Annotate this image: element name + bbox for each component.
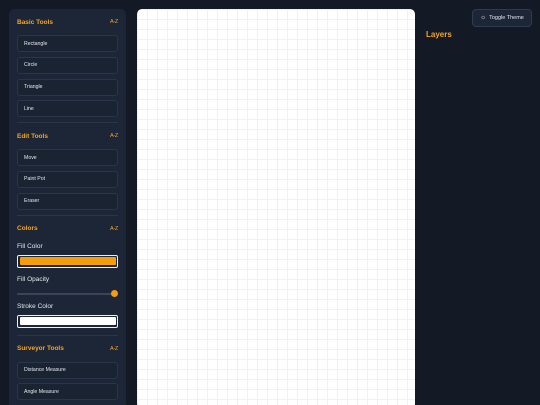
fill-opacity-slider[interactable] bbox=[17, 288, 118, 300]
colors-header[interactable]: Colors A-Z bbox=[17, 216, 118, 242]
line-tool-button[interactable]: Line bbox=[17, 100, 118, 118]
surveyor-tools-header[interactable]: Surveyor Tools A-Z bbox=[17, 336, 118, 362]
fill-color-swatch bbox=[19, 257, 116, 266]
toggle-theme-label: Toggle Theme bbox=[489, 15, 524, 21]
distance-measure-button[interactable]: Distance Measure bbox=[17, 361, 118, 379]
stroke-color-swatch bbox=[19, 317, 116, 326]
layers-title: Layers bbox=[426, 30, 452, 39]
sun-icon: ☼ bbox=[480, 13, 487, 21]
slider-track bbox=[17, 292, 116, 295]
fill-color-picker[interactable] bbox=[17, 254, 118, 268]
edit-tools-header[interactable]: Edit Tools A-Z bbox=[17, 123, 118, 149]
sort-az-icon[interactable]: A-Z bbox=[110, 346, 118, 352]
edit-tools-section: Edit Tools A-Z Move Paint Pot Eraser bbox=[9, 123, 126, 210]
rectangle-tool-button[interactable]: Rectangle bbox=[17, 35, 118, 52]
colors-section: Colors A-Z Fill Color Fill Opacity Strok… bbox=[9, 216, 126, 328]
drawing-canvas[interactable] bbox=[137, 9, 415, 405]
fill-color-label: Fill Color bbox=[17, 242, 43, 250]
surveyor-tools-section: Surveyor Tools A-Z Distance Measure Angl… bbox=[9, 336, 126, 405]
slider-thumb[interactable] bbox=[111, 289, 118, 297]
basic-tools-section: Basic Tools A-Z Rectangle Circle Triangl… bbox=[9, 9, 126, 118]
triangle-tool-button[interactable]: Triangle bbox=[17, 78, 118, 96]
app-root: Basic Tools A-Z Rectangle Circle Triangl… bbox=[0, 0, 540, 405]
colors-title: Colors bbox=[17, 225, 38, 233]
circle-tool-button[interactable]: Circle bbox=[17, 56, 118, 74]
angle-measure-button[interactable]: Angle Measure bbox=[17, 383, 118, 401]
surveyor-tools-title: Surveyor Tools bbox=[17, 345, 64, 353]
sort-az-icon[interactable]: A-Z bbox=[110, 133, 118, 139]
basic-tools-header[interactable]: Basic Tools A-Z bbox=[17, 9, 118, 35]
sort-az-icon[interactable]: A-Z bbox=[110, 19, 118, 25]
stroke-color-picker[interactable] bbox=[17, 314, 118, 328]
basic-tools-title: Basic Tools bbox=[17, 18, 54, 26]
toggle-theme-button[interactable]: ☼ Toggle Theme bbox=[472, 9, 532, 27]
sort-az-icon[interactable]: A-Z bbox=[110, 226, 118, 232]
fill-opacity-label: Fill Opacity bbox=[17, 275, 50, 283]
paint-pot-tool-button[interactable]: Paint Pot bbox=[17, 170, 118, 188]
sidebar: Basic Tools A-Z Rectangle Circle Triangl… bbox=[9, 9, 126, 405]
eraser-tool-button[interactable]: Eraser bbox=[17, 192, 118, 210]
stroke-color-label: Stroke Color bbox=[17, 302, 54, 310]
edit-tools-title: Edit Tools bbox=[17, 132, 48, 140]
move-tool-button[interactable]: Move bbox=[17, 149, 118, 167]
